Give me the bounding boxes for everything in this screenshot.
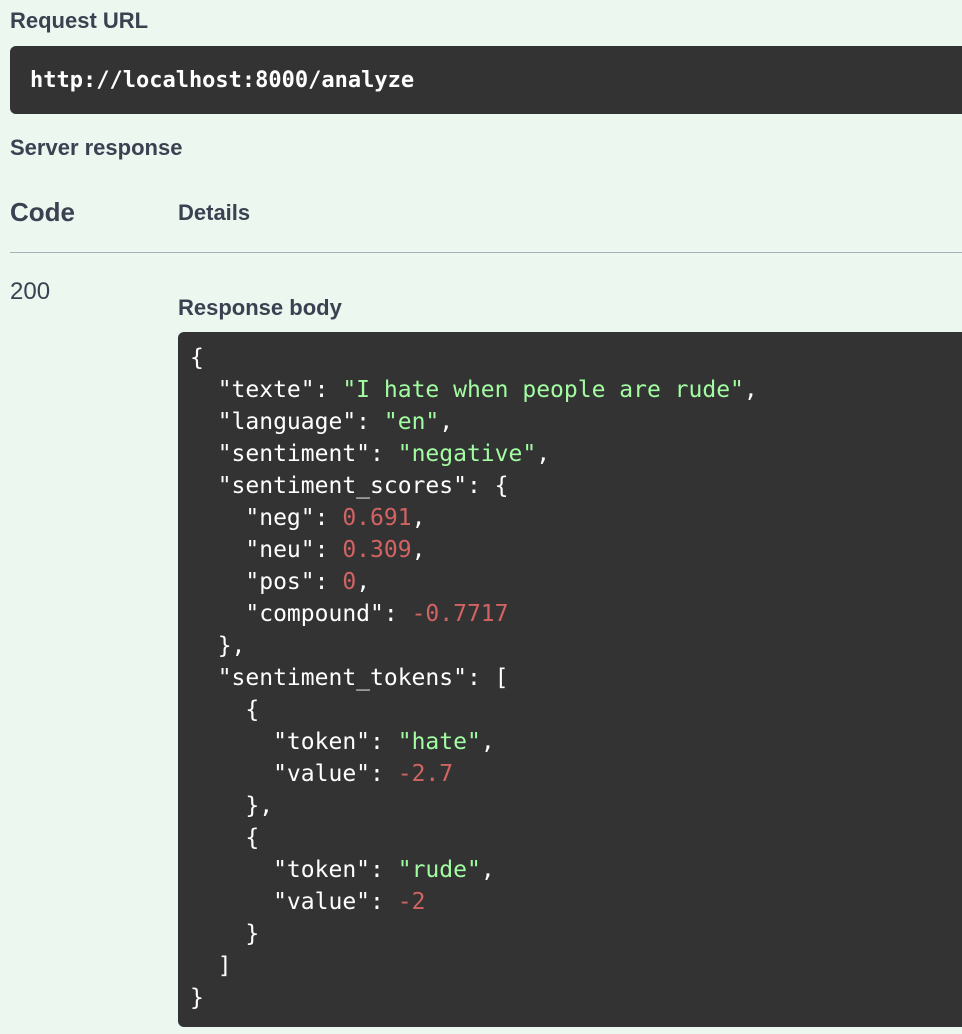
code-line: "value": -2 — [190, 886, 962, 918]
code-line: "token": "hate", — [190, 726, 962, 758]
json-key-punctuation: "pos": — [190, 569, 343, 595]
json-number-token: 0.691 — [342, 505, 412, 531]
json-string-token: "rude" — [397, 857, 481, 883]
code-line: "neu": 0.309, — [190, 534, 962, 566]
code-line: }, — [190, 630, 962, 662]
code-line: } — [190, 982, 962, 1014]
json-key-punctuation: ] — [190, 953, 232, 979]
request-url-heading: Request URL — [10, 8, 149, 33]
json-key-punctuation: { — [190, 825, 260, 851]
json-key-punctuation: }, — [190, 793, 274, 819]
json-key-punctuation: , — [356, 569, 371, 595]
code-line: { — [190, 342, 962, 374]
code-line: "pos": 0, — [190, 566, 962, 598]
details-column-header: Details — [178, 200, 251, 225]
response-status-code: 200 — [10, 278, 51, 305]
json-key-punctuation: , — [411, 505, 426, 531]
code-line: "value": -2.7 — [190, 758, 962, 790]
code-line: "sentiment_tokens": [ — [190, 662, 962, 694]
json-key-punctuation: , — [411, 537, 426, 563]
json-key-punctuation: "sentiment": — [190, 441, 398, 467]
code-column-header: Code — [10, 197, 75, 227]
json-key-punctuation: "sentiment_scores": { — [190, 473, 509, 499]
json-key-punctuation: { — [190, 345, 204, 371]
code-line: "neg": 0.691, — [190, 502, 962, 534]
request-url-value[interactable]: http://localhost:8000/analyze — [30, 68, 414, 93]
json-key-punctuation: , — [439, 409, 454, 435]
json-key-punctuation: "token": — [190, 857, 398, 883]
json-key-punctuation: "compound": — [190, 601, 412, 627]
code-line: { — [190, 694, 962, 726]
json-key-punctuation: , — [480, 729, 495, 755]
code-line: ] — [190, 950, 962, 982]
code-line: "sentiment_scores": { — [190, 470, 962, 502]
code-line: "sentiment": "negative", — [190, 438, 962, 470]
request-url-box: http://localhost:8000/analyze — [10, 46, 962, 114]
code-line: { — [190, 822, 962, 854]
json-key-punctuation: , — [743, 377, 758, 403]
json-number-token: -2 — [397, 889, 426, 915]
server-response-heading: Server response — [10, 135, 183, 160]
json-key-punctuation: , — [480, 857, 495, 883]
json-key-punctuation: { — [190, 697, 260, 723]
table-header-divider — [10, 252, 962, 253]
response-body-heading: Response body — [178, 295, 342, 320]
json-number-token: -0.7717 — [411, 601, 509, 627]
json-string-token: "negative" — [397, 441, 537, 467]
json-key-punctuation: "neu": — [190, 537, 343, 563]
json-number-token: 0 — [342, 569, 357, 595]
code-line: "texte": "I hate when people are rude", — [190, 374, 962, 406]
code-line: "language": "en", — [190, 406, 962, 438]
json-string-token: "I hate when people are rude" — [342, 377, 744, 403]
json-key-punctuation: "token": — [190, 729, 398, 755]
code-line: "compound": -0.7717 — [190, 598, 962, 630]
json-string-token: "en" — [383, 409, 440, 435]
code-line: }, — [190, 790, 962, 822]
code-line: } — [190, 918, 962, 950]
json-key-punctuation: , — [536, 441, 551, 467]
json-key-punctuation: "language": — [190, 409, 384, 435]
json-string-token: "hate" — [397, 729, 481, 755]
json-key-punctuation: "texte": — [190, 377, 343, 403]
json-key-punctuation: "value": — [190, 889, 398, 915]
code-line: "token": "rude", — [190, 854, 962, 886]
response-body-code-block[interactable]: { "texte": "I hate when people are rude"… — [178, 332, 962, 1027]
json-key-punctuation: "sentiment_tokens": [ — [190, 665, 509, 691]
json-key-punctuation: } — [190, 921, 260, 947]
json-number-token: 0.309 — [342, 537, 412, 563]
json-key-punctuation: "value": — [190, 761, 398, 787]
json-key-punctuation: "neg": — [190, 505, 343, 531]
json-key-punctuation: }, — [190, 633, 246, 659]
json-number-token: -2.7 — [397, 761, 454, 787]
json-key-punctuation: } — [190, 985, 204, 1011]
